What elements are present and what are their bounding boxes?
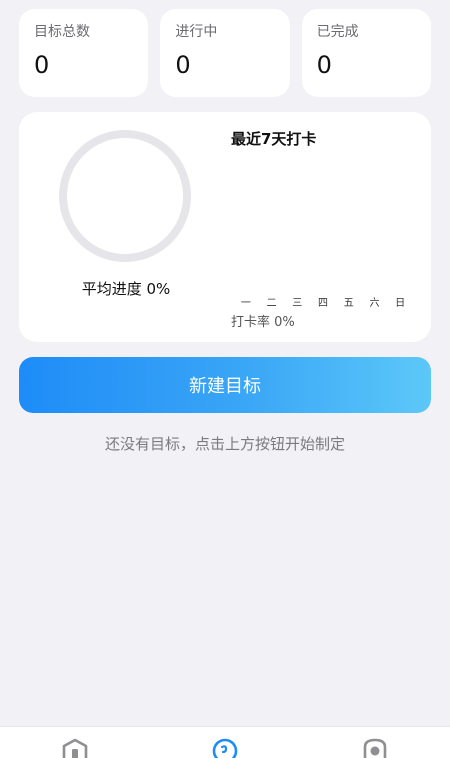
goals-page: 目标总数 0 进行中 0 已完成 0 平均进度 0% 最近7天打卡 一 二 三 … <box>0 0 450 758</box>
day-label: 四 <box>318 298 329 309</box>
day-label: 一 <box>240 298 251 309</box>
tab-home[interactable] <box>60 737 90 758</box>
target-icon <box>212 738 238 758</box>
tab-goals[interactable] <box>210 737 240 758</box>
stat-card-in-progress: 进行中 0 <box>160 9 290 97</box>
bottom-tab-bar <box>0 726 450 758</box>
home-icon <box>62 738 88 758</box>
progress-panel: 平均进度 0% 最近7天打卡 一 二 三 四 五 六 日 打卡率 0% <box>19 112 431 342</box>
tab-profile[interactable] <box>360 737 390 758</box>
stat-label: 已完成 <box>316 24 359 40</box>
stat-value: 0 <box>34 51 50 79</box>
stat-label: 目标总数 <box>34 24 90 40</box>
average-progress-label: 平均进度 0% <box>81 280 171 298</box>
week-day-labels: 一 二 三 四 五 六 日 <box>233 294 413 309</box>
day-label: 六 <box>369 298 380 309</box>
profile-icon <box>363 738 387 758</box>
empty-state-hint: 还没有目标，点击上方按钮开始制定 <box>104 435 345 453</box>
checkin-rate-label: 打卡率 0% <box>231 315 295 330</box>
stat-value: 0 <box>175 51 191 79</box>
day-label: 二 <box>266 298 277 309</box>
stat-value: 0 <box>316 51 332 79</box>
week-checkin-title: 最近7天打卡 <box>231 130 317 148</box>
stat-card-total: 目标总数 0 <box>19 9 149 97</box>
new-goal-button[interactable]: 新建目标 <box>19 357 431 413</box>
stat-card-completed: 已完成 0 <box>301 9 431 97</box>
stats-row: 目标总数 0 进行中 0 已完成 0 <box>19 9 431 97</box>
day-label: 五 <box>343 298 354 309</box>
stat-label: 进行中 <box>175 24 218 40</box>
day-label: 日 <box>395 298 406 309</box>
day-label: 三 <box>292 298 303 309</box>
average-progress-ring <box>59 130 191 262</box>
progress-ring-track <box>59 130 191 262</box>
